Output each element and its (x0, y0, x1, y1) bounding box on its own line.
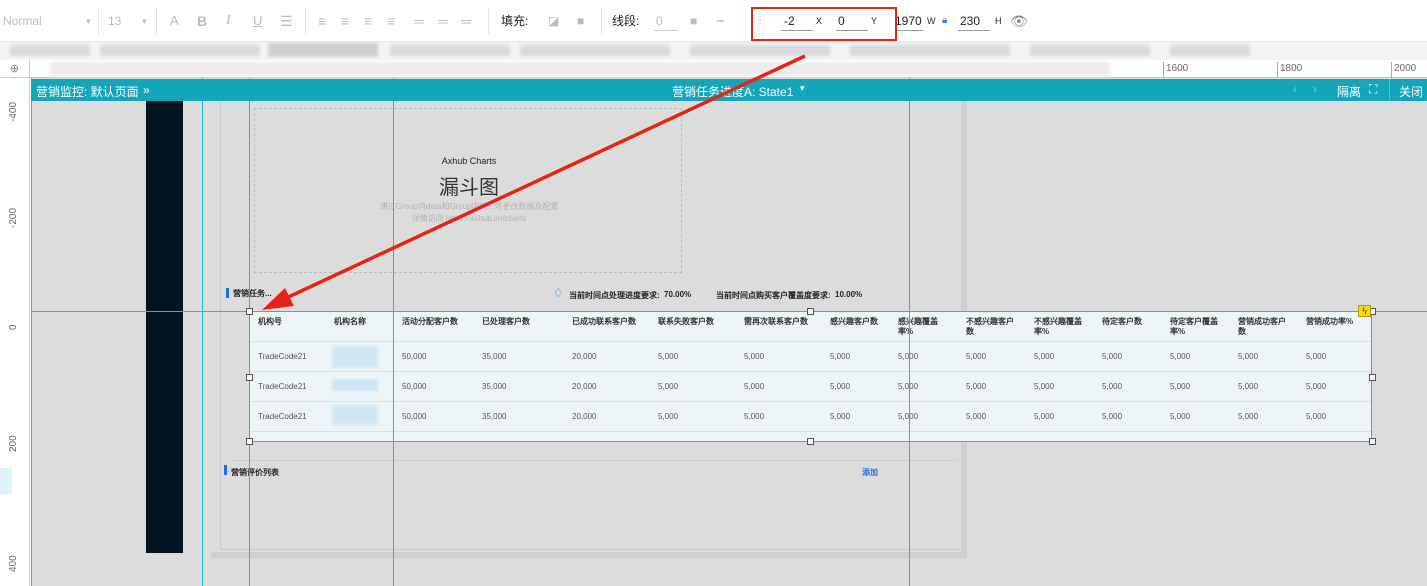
annotation-arrow (262, 54, 806, 310)
